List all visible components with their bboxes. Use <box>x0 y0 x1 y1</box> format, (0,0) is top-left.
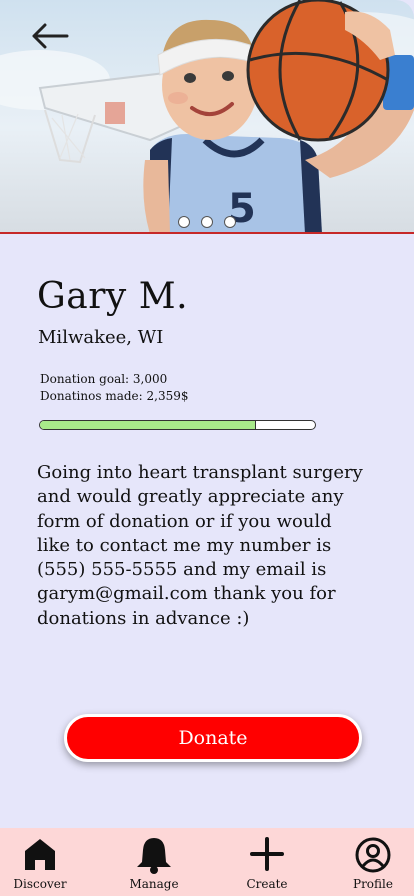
profile-description: Going into heart transplant surgery and … <box>37 462 363 629</box>
home-icon <box>25 839 55 870</box>
nav-label-create: Create <box>246 877 288 891</box>
nav-item-discover[interactable]: Discover <box>0 828 80 896</box>
donation-progress-bar <box>39 420 316 430</box>
bottom-navigation: Discover Manage Create Profile <box>0 828 414 896</box>
nav-label-profile: Profile <box>353 877 393 891</box>
back-button[interactable] <box>28 18 72 54</box>
nav-label-manage: Manage <box>129 877 179 891</box>
nav-item-create[interactable]: Create <box>227 828 307 896</box>
user-circle-icon <box>355 837 391 873</box>
donation-goal: Donation goal: 3,000 <box>40 372 168 386</box>
hero-image-carousel[interactable]: 5 <box>0 0 414 234</box>
nav-label-discover: Discover <box>13 877 67 891</box>
carousel-dot[interactable] <box>224 216 236 228</box>
carousel-dot[interactable] <box>201 216 213 228</box>
donate-button[interactable]: Donate <box>64 714 362 762</box>
nav-item-manage[interactable]: Manage <box>114 828 194 896</box>
donations-made: Donatinos made: 2,359$ <box>40 389 189 403</box>
profile-name: Gary M. <box>37 276 189 317</box>
carousel-indicator <box>0 216 414 228</box>
profile-location: Milwakee, WI <box>38 327 164 348</box>
bell-icon <box>137 838 171 874</box>
carousel-dot[interactable] <box>178 216 190 228</box>
donation-stats: Donation goal: 3,000 Donatinos made: 2,3… <box>40 371 188 405</box>
donation-progress-fill <box>40 421 257 429</box>
plus-icon <box>250 837 284 871</box>
nav-item-profile[interactable]: Profile <box>333 828 413 896</box>
arrow-left-icon <box>32 23 69 49</box>
